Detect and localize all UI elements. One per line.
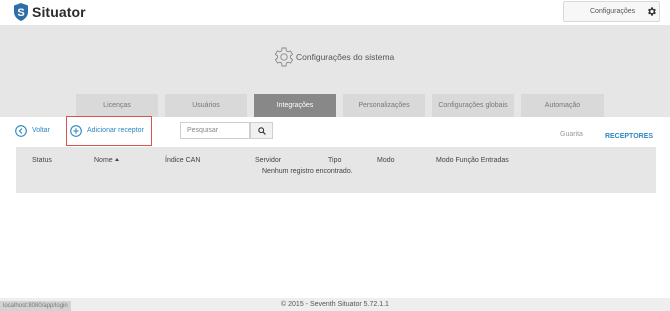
tab-label: Personalizações xyxy=(358,102,410,109)
subtab-guarita[interactable]: Guarita xyxy=(560,131,583,138)
sort-ascending-icon xyxy=(114,158,119,161)
browser-status-url: localhost:8080/app/login xyxy=(0,301,71,311)
column-header-modo-funcao-entradas[interactable]: Modo Função Entradas xyxy=(436,157,509,164)
column-header-modo[interactable]: Modo xyxy=(377,157,395,164)
empty-table-message: Nenhum registro encontrado. xyxy=(262,168,353,175)
column-header-nome[interactable]: Nome xyxy=(94,157,119,164)
column-header-status[interactable]: Status xyxy=(32,157,52,164)
tab-label: Integrações xyxy=(276,102,314,109)
page-title-text: Configurações do sistema xyxy=(296,52,395,62)
column-header-indice-can[interactable]: Índice CAN xyxy=(165,157,200,164)
tab-licencas[interactable]: Licenças xyxy=(76,94,158,117)
tab-usuarios[interactable]: Usuários xyxy=(165,94,247,117)
gear-icon xyxy=(648,7,656,16)
app-name: Situator xyxy=(32,4,86,20)
tab-automacao[interactable]: Automação xyxy=(521,94,604,117)
add-receptor-label: Adicionar receptor xyxy=(87,127,144,134)
plus-circle-icon xyxy=(70,124,82,137)
subtab-receptores[interactable]: RECEPTORES xyxy=(599,129,659,143)
top-bar: S Situator Configurações xyxy=(0,0,670,25)
tab-personalizacoes[interactable]: Personalizações xyxy=(343,94,425,117)
back-label: Voltar xyxy=(32,127,50,134)
tab-label: Usuários xyxy=(192,102,220,109)
tab-label: Automação xyxy=(544,102,581,109)
column-header-tipo[interactable]: Tipo xyxy=(328,157,341,164)
column-header-servidor[interactable]: Servidor xyxy=(255,157,281,164)
tab-label: Configurações globais xyxy=(438,102,508,109)
page-title: Configurações do sistema xyxy=(271,45,394,69)
configuracoes-label: Configurações xyxy=(590,8,636,15)
back-button[interactable]: Voltar xyxy=(15,124,50,137)
add-receptor-button[interactable]: Adicionar receptor xyxy=(70,124,144,137)
svg-text:S: S xyxy=(17,7,24,19)
search-input[interactable] xyxy=(180,122,250,139)
back-arrow-icon xyxy=(15,124,27,137)
tab-configuracoes-globais[interactable]: Configurações globais xyxy=(432,94,514,117)
app-logo[interactable]: S Situator xyxy=(14,2,86,22)
settings-gear-icon xyxy=(274,47,294,67)
page: S Situator Configurações Configurações d… xyxy=(0,0,670,311)
shield-logo-icon: S xyxy=(14,3,28,21)
copyright-text: © 2015 - Seventh Situator 5.72.1.1 xyxy=(281,301,389,308)
column-header-nome-label: Nome xyxy=(94,157,113,164)
search-button[interactable] xyxy=(250,122,273,139)
tab-label: Licenças xyxy=(103,102,131,109)
receptores-table: Status Nome Índice CAN Servidor Tipo Mod… xyxy=(16,147,656,193)
search-icon xyxy=(258,127,266,135)
subtab-receptores-label: RECEPTORES xyxy=(604,132,654,140)
tab-integracoes[interactable]: Integrações xyxy=(254,94,336,117)
configuracoes-button[interactable]: Configurações xyxy=(563,1,660,22)
